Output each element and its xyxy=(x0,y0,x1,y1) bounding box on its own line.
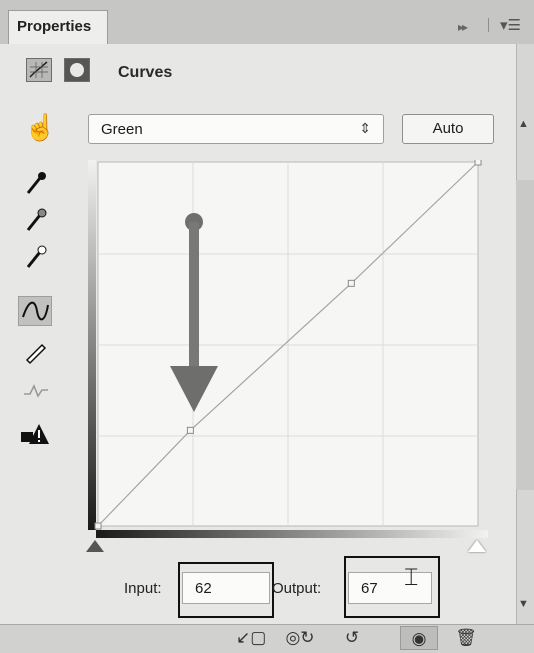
white-point-slider[interactable] xyxy=(468,540,486,552)
curves-adjustment-icon[interactable] xyxy=(26,58,52,82)
output-label: Output: xyxy=(272,580,322,597)
mask-icon[interactable] xyxy=(64,58,90,82)
output-gradient-bar xyxy=(88,160,96,530)
scroll-up-icon[interactable]: ▲ xyxy=(518,118,529,130)
curve-control-point xyxy=(474,160,482,166)
auto-button[interactable]: Auto xyxy=(402,114,494,144)
clip-to-layer-icon[interactable]: ↙▢ xyxy=(236,626,266,650)
adjustment-title: Curves xyxy=(118,64,173,81)
output-highlight-box xyxy=(344,556,440,618)
delete-icon[interactable]: 🗑 xyxy=(452,626,480,650)
view-previous-state-icon[interactable]: ◎↻ xyxy=(280,626,320,650)
panel-menu-icon[interactable]: ▾☰ xyxy=(500,16,521,34)
scrollbar-thumb[interactable] xyxy=(516,180,534,490)
edit-points-curve-icon[interactable] xyxy=(18,296,52,326)
input-gradient-bar xyxy=(96,530,488,538)
curve-control-point xyxy=(94,522,102,530)
tab-label: Properties xyxy=(17,18,92,35)
draw-pencil-icon[interactable] xyxy=(18,336,52,366)
input-highlight-box xyxy=(178,562,274,618)
channel-select[interactable]: Green ⇕ xyxy=(88,114,384,144)
black-point-slider[interactable] xyxy=(86,540,104,552)
white-point-eyedropper-icon[interactable] xyxy=(18,242,52,272)
gray-point-eyedropper-icon[interactable] xyxy=(18,205,52,235)
scroll-down-icon[interactable]: ▼ xyxy=(518,598,529,610)
curve-control-point xyxy=(347,279,355,287)
curve-graph[interactable] xyxy=(88,160,488,540)
select-caret-icon: ⇕ xyxy=(359,120,371,136)
tab-properties[interactable]: Properties xyxy=(8,10,108,44)
channel-select-value: Green xyxy=(101,121,143,138)
collapse-panel-icon[interactable]: ▸▸ xyxy=(458,20,468,34)
title-divider xyxy=(488,18,489,32)
clipping-warning-icon[interactable] xyxy=(18,420,52,450)
text-cursor-icon: ⌶ xyxy=(404,564,419,591)
black-point-eyedropper-icon[interactable] xyxy=(18,168,52,198)
input-label: Input: xyxy=(124,580,162,597)
curve-control-point xyxy=(186,426,194,434)
on-image-adjust-icon[interactable]: ☝ xyxy=(24,112,56,143)
reset-icon[interactable]: ↺ xyxy=(338,626,366,650)
toggle-visibility-icon[interactable]: ◉ xyxy=(400,626,438,650)
smooth-curve-icon[interactable] xyxy=(18,376,52,406)
